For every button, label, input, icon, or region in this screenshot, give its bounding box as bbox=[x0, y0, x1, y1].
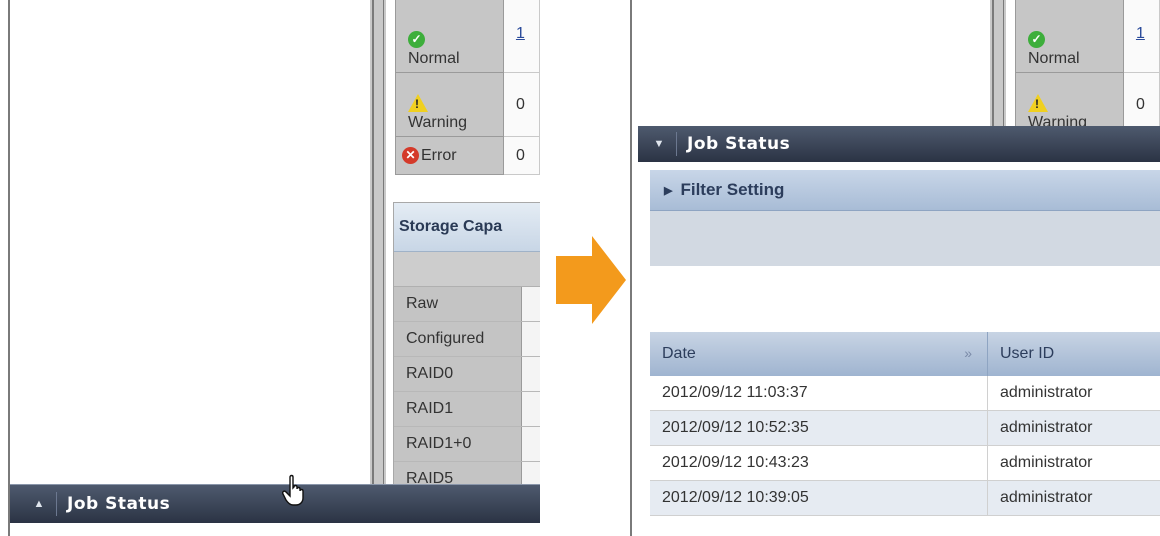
warning-icon: ! bbox=[1028, 94, 1048, 112]
filter-setting-header[interactable]: ▶ Filter Setting bbox=[650, 170, 1160, 211]
splitter-line bbox=[1003, 0, 1004, 126]
status-summary-table: ✓ Normal 1 ! Warning 0 ✕ Error 0 bbox=[395, 0, 540, 175]
expand-triangle-icon[interactable]: ▶ bbox=[664, 184, 672, 197]
job-status-bar-collapsed[interactable]: ▲ Job Status bbox=[10, 484, 540, 523]
filter-setting-section: ▶ Filter Setting bbox=[650, 170, 1160, 266]
job-status-title[interactable]: Job Status bbox=[687, 134, 790, 154]
cell-date: 2012/09/12 11:03:37 bbox=[650, 376, 988, 411]
status-row-warning: ! Warning 0 bbox=[395, 72, 540, 137]
column-header-row bbox=[394, 252, 540, 287]
filter-setting-label[interactable]: Filter Setting bbox=[680, 180, 784, 200]
cell-date: 2012/09/12 10:52:35 bbox=[650, 410, 988, 446]
row-label: RAID1+0 bbox=[394, 427, 522, 461]
capacity-row: Raw bbox=[394, 287, 540, 322]
warning-icon: ! bbox=[408, 94, 428, 112]
splitter-line bbox=[992, 0, 994, 126]
column-header-user-id[interactable]: User ID bbox=[987, 332, 1160, 376]
check-icon: ✓ bbox=[408, 31, 425, 48]
row-label: RAID0 bbox=[394, 357, 522, 391]
job-status-bar-expanded[interactable]: ▼ Job Status bbox=[638, 126, 1160, 162]
row-label: Raw bbox=[394, 287, 522, 321]
cell-user-id: administrator bbox=[987, 376, 1160, 411]
cell-user-id: administrator bbox=[987, 480, 1160, 516]
check-icon: ✓ bbox=[1028, 31, 1045, 48]
left-screenshot: ✓ Normal 1 ! Warning 0 ✕ Error 0 Storage … bbox=[0, 0, 540, 536]
splitter-line bbox=[383, 0, 384, 484]
status-count: 0 bbox=[502, 72, 540, 137]
capacity-row: RAID0 bbox=[394, 357, 540, 392]
row-label: Configured bbox=[394, 322, 522, 356]
panel-title: Storage Capa bbox=[394, 203, 540, 252]
job-status-title[interactable]: Job Status bbox=[67, 494, 170, 514]
status-label: Warning bbox=[408, 114, 467, 131]
cell-user-id: administrator bbox=[987, 410, 1160, 446]
status-row-normal: ✓ Normal 1 bbox=[1015, 0, 1160, 73]
splitter-line bbox=[372, 0, 374, 484]
capacity-row: Configured bbox=[394, 322, 540, 357]
table-row[interactable]: 2012/09/12 10:52:35 administrator bbox=[650, 410, 1160, 446]
capacity-row: RAID1+0 bbox=[394, 427, 540, 462]
status-count: 0 bbox=[502, 136, 540, 175]
expand-icon[interactable]: ▲ bbox=[28, 498, 50, 510]
error-icon: ✕ bbox=[402, 146, 419, 164]
row-label: RAID1 bbox=[394, 392, 522, 426]
window-border bbox=[630, 0, 632, 536]
status-label: Error bbox=[421, 146, 457, 164]
job-status-panel: ▼ Job Status ▶ Filter Setting Date» User… bbox=[638, 126, 1160, 526]
collapse-icon[interactable]: ▼ bbox=[648, 138, 670, 150]
sort-chevron-icon[interactable]: » bbox=[964, 345, 972, 361]
cell-date: 2012/09/12 10:43:23 bbox=[650, 445, 988, 481]
job-status-table: Date» User ID 2012/09/12 11:03:37 admini… bbox=[650, 332, 1160, 516]
status-label: Normal bbox=[1028, 50, 1080, 67]
status-row-normal: ✓ Normal 1 bbox=[395, 0, 540, 73]
status-count-link[interactable]: 1 bbox=[502, 0, 540, 73]
status-label: Normal bbox=[408, 50, 460, 67]
separator bbox=[676, 132, 677, 156]
storage-capacity-panel: Storage Capa Raw Configured RAID0 RAID1 … bbox=[393, 202, 540, 504]
window-border bbox=[8, 0, 10, 536]
table-row[interactable]: 2012/09/12 10:39:05 administrator bbox=[650, 480, 1160, 516]
table-row[interactable]: 2012/09/12 10:43:23 administrator bbox=[650, 445, 1160, 481]
hand-cursor-icon bbox=[282, 474, 304, 506]
status-summary-table: ✓ Normal 1 ! Warning 0 bbox=[1015, 0, 1160, 137]
right-screenshot: ✓ Normal 1 ! Warning 0 ▼ Job Status ▶ Fi… bbox=[630, 0, 1160, 536]
separator bbox=[56, 492, 57, 516]
cell-user-id: administrator bbox=[987, 445, 1160, 481]
column-header-date[interactable]: Date» bbox=[650, 332, 988, 376]
status-row-error: ✕ Error 0 bbox=[395, 136, 540, 175]
cell-date: 2012/09/12 10:39:05 bbox=[650, 480, 988, 516]
status-count-link[interactable]: 1 bbox=[1122, 0, 1160, 73]
capacity-row: RAID1 bbox=[394, 392, 540, 427]
table-row[interactable]: 2012/09/12 11:03:37 administrator bbox=[650, 376, 1160, 411]
transition-arrow-icon bbox=[556, 236, 626, 324]
table-header-row: Date» User ID bbox=[650, 332, 1160, 376]
